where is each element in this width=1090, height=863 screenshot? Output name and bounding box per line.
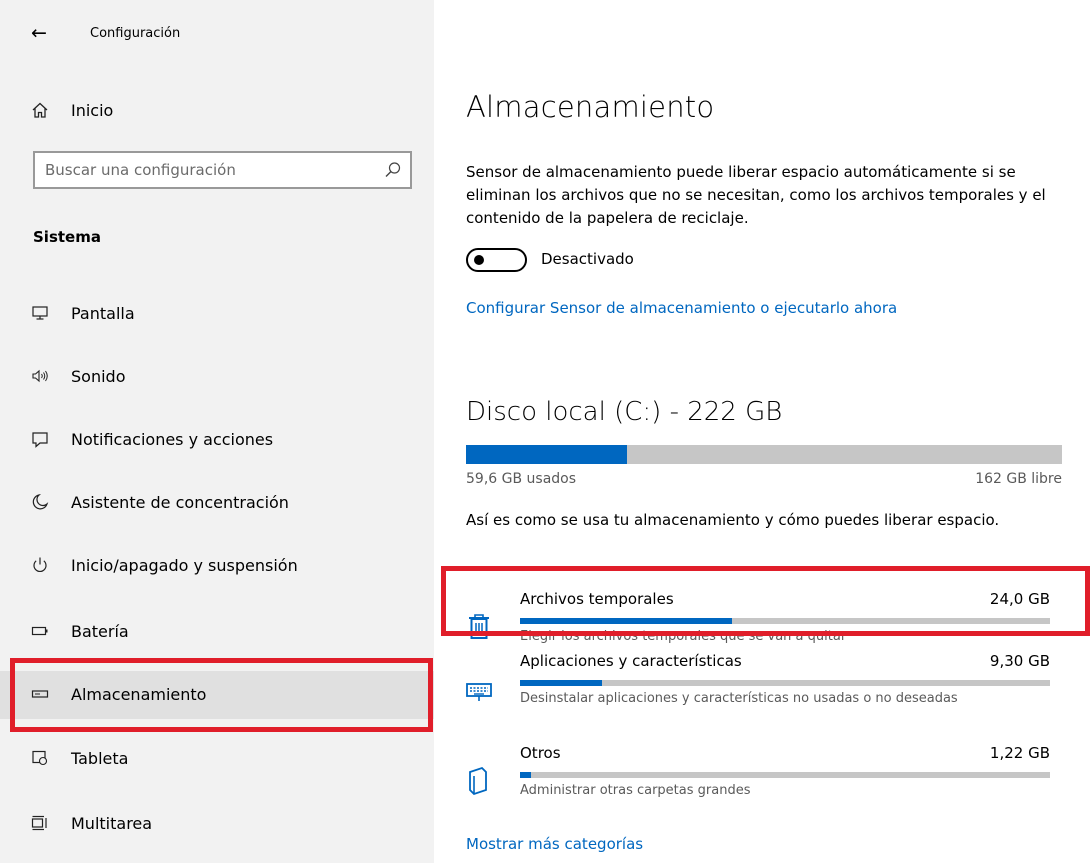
sidebar-item-label: Notificaciones y acciones: [71, 430, 274, 449]
storage-sense-description: Sensor de almacenamiento puede liberar e…: [466, 163, 1046, 227]
category-usage-bar: [520, 680, 1050, 686]
sidebar-item-label: Inicio/apagado y suspensión: [71, 556, 298, 575]
sidebar-item-label: Tableta: [71, 749, 129, 768]
category-usage-fill: [520, 680, 603, 686]
battery-icon: [29, 620, 51, 642]
storage-sense-toggle[interactable]: [466, 248, 527, 272]
category-size: 1,22 GB: [989, 744, 1050, 762]
category-description: Administrar otras carpetas grandes: [520, 783, 751, 798]
sidebar-item-label: Sonido: [71, 367, 126, 386]
category-name: Otros: [520, 744, 561, 762]
sidebar-item-home[interactable]: Inicio: [0, 90, 434, 132]
sidebar-item-label: Pantalla: [71, 304, 135, 323]
sidebar-item-notificaciones[interactable]: Notificaciones y acciones: [0, 419, 434, 461]
highlight-box-sidebar: [10, 658, 433, 732]
sidebar-item-label: Multitarea: [71, 814, 153, 833]
category-usage-bar: [520, 772, 1050, 778]
page-title: Almacenamiento: [466, 90, 715, 124]
folder-icon: [469, 766, 487, 796]
disk-usage-bar: [466, 445, 1062, 464]
moon-icon: [29, 491, 51, 513]
disk-free-label: 162 GB libre: [975, 471, 1062, 487]
disk-title: Disco local (C:) - 222 GB: [466, 397, 783, 427]
sidebar-item-energia[interactable]: Inicio/apagado y suspensión: [0, 545, 434, 587]
search-icon[interactable]: [384, 161, 402, 179]
title-bar: ← Configuración: [0, 12, 434, 56]
category-otros[interactable]: Otros 1,22 GB Administrar otras carpetas…: [466, 744, 1056, 824]
disk-used-label: 59,6 GB usados: [466, 471, 577, 487]
sidebar: ← Configuración Inicio Sistema Pantalla …: [0, 0, 434, 863]
keyboard-icon: [466, 683, 492, 701]
sidebar-item-bateria[interactable]: Batería: [0, 611, 434, 653]
category-size: 9,30 GB: [989, 652, 1050, 670]
sidebar-item-pantalla[interactable]: Pantalla: [0, 293, 434, 335]
tablet-icon: [29, 747, 51, 769]
category-usage-fill: [520, 772, 531, 778]
usage-description: Así es como se usa tu almacenamiento y c…: [466, 511, 1000, 529]
notification-icon: [29, 428, 51, 450]
sidebar-item-tableta[interactable]: Tableta: [0, 738, 434, 780]
power-icon: [29, 554, 51, 576]
toggle-knob: [474, 255, 484, 265]
speaker-icon: [29, 365, 51, 387]
section-title: Sistema: [33, 228, 101, 246]
highlight-box-temp-files: [441, 566, 1090, 636]
multitask-icon: [29, 812, 51, 834]
search-input[interactable]: [45, 158, 365, 182]
toggle-state-label: Desactivado: [541, 250, 634, 268]
sidebar-item-sonido[interactable]: Sonido: [0, 356, 434, 398]
sidebar-item-multitarea[interactable]: Multitarea: [0, 803, 434, 845]
configure-storage-sense-link[interactable]: Configurar Sensor de almacenamiento o ej…: [466, 299, 897, 317]
sidebar-item-label: Batería: [71, 622, 129, 641]
category-description: Desinstalar aplicaciones y característic…: [520, 691, 958, 706]
category-name: Aplicaciones y características: [520, 652, 742, 670]
sidebar-item-concentracion[interactable]: Asistente de concentración: [0, 482, 434, 524]
sidebar-item-label: Inicio: [71, 101, 114, 120]
back-arrow-icon[interactable]: ←: [31, 22, 47, 44]
sidebar-item-label: Asistente de concentración: [71, 493, 289, 512]
category-aplicaciones[interactable]: Aplicaciones y características 9,30 GB D…: [466, 652, 1056, 732]
disk-usage-fill: [466, 445, 627, 464]
show-more-categories-link[interactable]: Mostrar más categorías: [466, 835, 643, 853]
search-box: [33, 151, 412, 189]
monitor-icon: [29, 302, 51, 324]
app-title: Configuración: [90, 26, 181, 41]
home-icon: [29, 99, 51, 121]
